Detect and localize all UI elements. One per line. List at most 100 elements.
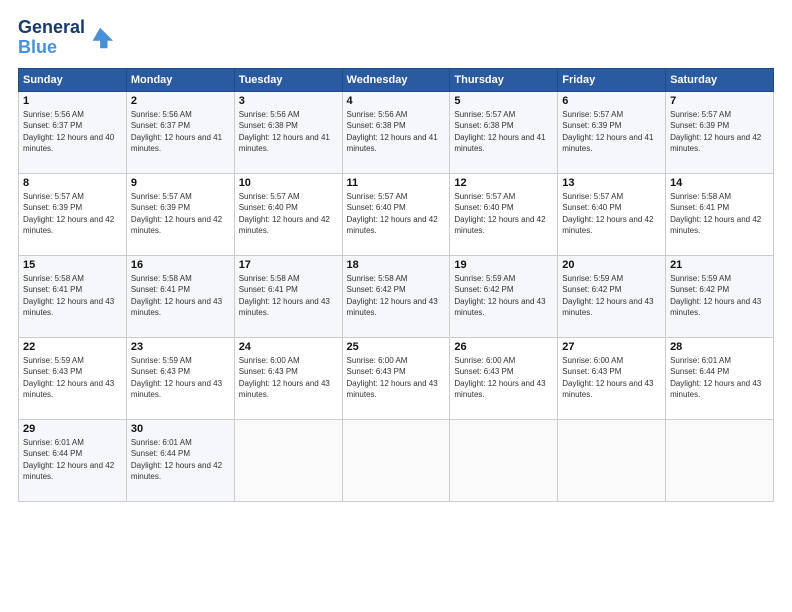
day-number: 5 (454, 95, 553, 107)
calendar-week-row: 15 Sunrise: 5:58 AMSunset: 6:41 PMDayligh… (19, 255, 774, 337)
header: GeneralBlue (18, 18, 774, 58)
day-number: 6 (562, 95, 661, 107)
day-number: 21 (670, 259, 769, 271)
day-number: 24 (239, 341, 338, 353)
calendar-week-row: 8 Sunrise: 5:57 AMSunset: 6:39 PMDaylight… (19, 173, 774, 255)
day-info: Sunrise: 6:00 AMSunset: 6:43 PMDaylight:… (562, 355, 661, 401)
calendar-cell: 18 Sunrise: 5:58 AMSunset: 6:42 PMDayligh… (342, 255, 450, 337)
day-info: Sunrise: 5:57 AMSunset: 6:38 PMDaylight:… (454, 109, 553, 155)
calendar-cell: 24 Sunrise: 6:00 AMSunset: 6:43 PMDayligh… (234, 337, 342, 419)
logo: GeneralBlue (18, 18, 115, 58)
day-info: Sunrise: 5:57 AMSunset: 6:40 PMDaylight:… (347, 191, 446, 237)
calendar-cell: 30 Sunrise: 6:01 AMSunset: 6:44 PMDayligh… (126, 419, 234, 501)
day-info: Sunrise: 5:56 AMSunset: 6:37 PMDaylight:… (23, 109, 122, 155)
logo-blue: Blue (18, 37, 57, 57)
day-number: 18 (347, 259, 446, 271)
col-sunday: Sunday (19, 68, 127, 91)
day-info: Sunrise: 6:01 AMSunset: 6:44 PMDaylight:… (23, 437, 122, 483)
page: GeneralBlue Sunday Monday Tuesday Wednes… (0, 0, 792, 612)
calendar-cell: 6 Sunrise: 5:57 AMSunset: 6:39 PMDaylight… (558, 91, 666, 173)
day-info: Sunrise: 5:57 AMSunset: 6:39 PMDaylight:… (562, 109, 661, 155)
calendar-week-row: 22Sunrise: 5:59 AMSunset: 6:43 PMDayligh… (19, 337, 774, 419)
calendar-cell: 19 Sunrise: 5:59 AMSunset: 6:42 PMDayligh… (450, 255, 558, 337)
day-number: 28 (670, 341, 769, 353)
calendar-cell: 12 Sunrise: 5:57 AMSunset: 6:40 PMDayligh… (450, 173, 558, 255)
day-info: Sunrise: 5:57 AMSunset: 6:40 PMDaylight:… (454, 191, 553, 237)
day-info: Sunrise: 5:57 AMSunset: 6:39 PMDaylight:… (670, 109, 769, 155)
day-info: Sunrise: 5:56 AMSunset: 6:38 PMDaylight:… (347, 109, 446, 155)
calendar-cell (342, 419, 450, 501)
calendar-table: Sunday Monday Tuesday Wednesday Thursday… (18, 68, 774, 502)
day-info: Sunrise: 5:59 AMSunset: 6:42 PMDaylight:… (454, 273, 553, 319)
col-monday: Monday (126, 68, 234, 91)
calendar-cell: 8Sunrise: 5:57 AMSunset: 6:39 PMDaylight… (19, 173, 127, 255)
day-info: Sunrise: 5:57 AMSunset: 6:40 PMDaylight:… (562, 191, 661, 237)
day-info: Sunrise: 5:59 AMSunset: 6:42 PMDaylight:… (670, 273, 769, 319)
calendar-cell: 9 Sunrise: 5:57 AMSunset: 6:39 PMDaylight… (126, 173, 234, 255)
calendar-cell: 22Sunrise: 5:59 AMSunset: 6:43 PMDayligh… (19, 337, 127, 419)
calendar-cell: 13 Sunrise: 5:57 AMSunset: 6:40 PMDayligh… (558, 173, 666, 255)
day-info: Sunrise: 5:58 AMSunset: 6:42 PMDaylight:… (347, 273, 446, 319)
calendar-week-row: 29 Sunrise: 6:01 AMSunset: 6:44 PMDayligh… (19, 419, 774, 501)
day-number: 1 (23, 95, 122, 107)
day-info: Sunrise: 6:00 AMSunset: 6:43 PMDaylight:… (454, 355, 553, 401)
day-number: 23 (131, 341, 230, 353)
calendar-cell (558, 419, 666, 501)
day-info: Sunrise: 6:01 AMSunset: 6:44 PMDaylight:… (131, 437, 230, 483)
calendar-cell: 16 Sunrise: 5:58 AMSunset: 6:41 PMDayligh… (126, 255, 234, 337)
calendar-cell (666, 419, 774, 501)
col-friday: Friday (558, 68, 666, 91)
calendar-week-row: 1 Sunrise: 5:56 AMSunset: 6:37 PMDaylight… (19, 91, 774, 173)
col-wednesday: Wednesday (342, 68, 450, 91)
day-info: Sunrise: 5:57 AMSunset: 6:40 PMDaylight:… (239, 191, 338, 237)
day-info: Sunrise: 5:59 AMSunset: 6:43 PMDaylight:… (23, 355, 122, 401)
col-thursday: Thursday (450, 68, 558, 91)
day-info: Sunrise: 5:58 AMSunset: 6:41 PMDaylight:… (131, 273, 230, 319)
day-info: Sunrise: 6:00 AMSunset: 6:43 PMDaylight:… (347, 355, 446, 401)
day-info: Sunrise: 5:58 AMSunset: 6:41 PMDaylight:… (239, 273, 338, 319)
day-number: 30 (131, 423, 230, 435)
day-info: Sunrise: 5:57 AMSunset: 6:39 PMDaylight:… (131, 191, 230, 237)
day-number: 12 (454, 177, 553, 189)
calendar-cell: 20Sunrise: 5:59 AMSunset: 6:42 PMDayligh… (558, 255, 666, 337)
day-number: 11 (347, 177, 446, 189)
day-number: 17 (239, 259, 338, 271)
day-info: Sunrise: 5:59 AMSunset: 6:43 PMDaylight:… (131, 355, 230, 401)
calendar-cell: 28 Sunrise: 6:01 AMSunset: 6:44 PMDayligh… (666, 337, 774, 419)
day-info: Sunrise: 6:01 AMSunset: 6:44 PMDaylight:… (670, 355, 769, 401)
day-number: 20 (562, 259, 661, 271)
calendar-cell: 27 Sunrise: 6:00 AMSunset: 6:43 PMDayligh… (558, 337, 666, 419)
calendar-cell: 10 Sunrise: 5:57 AMSunset: 6:40 PMDayligh… (234, 173, 342, 255)
day-number: 29 (23, 423, 122, 435)
col-tuesday: Tuesday (234, 68, 342, 91)
logo-text: GeneralBlue (18, 18, 85, 58)
day-number: 25 (347, 341, 446, 353)
day-number: 26 (454, 341, 553, 353)
calendar-cell: 14Sunrise: 5:58 AMSunset: 6:41 PMDayligh… (666, 173, 774, 255)
day-number: 14 (670, 177, 769, 189)
day-number: 16 (131, 259, 230, 271)
day-info: Sunrise: 5:56 AMSunset: 6:37 PMDaylight:… (131, 109, 230, 155)
day-number: 13 (562, 177, 661, 189)
day-number: 27 (562, 341, 661, 353)
calendar-cell: 7Sunrise: 5:57 AMSunset: 6:39 PMDaylight… (666, 91, 774, 173)
day-number: 3 (239, 95, 338, 107)
calendar-cell: 26 Sunrise: 6:00 AMSunset: 6:43 PMDayligh… (450, 337, 558, 419)
calendar-cell (450, 419, 558, 501)
day-info: Sunrise: 5:56 AMSunset: 6:38 PMDaylight:… (239, 109, 338, 155)
day-number: 15 (23, 259, 122, 271)
day-number: 8 (23, 177, 122, 189)
day-info: Sunrise: 5:58 AMSunset: 6:41 PMDaylight:… (23, 273, 122, 319)
calendar-cell: 15 Sunrise: 5:58 AMSunset: 6:41 PMDayligh… (19, 255, 127, 337)
calendar-cell: 5 Sunrise: 5:57 AMSunset: 6:38 PMDaylight… (450, 91, 558, 173)
day-info: Sunrise: 6:00 AMSunset: 6:43 PMDaylight:… (239, 355, 338, 401)
day-number: 4 (347, 95, 446, 107)
calendar-cell: 21 Sunrise: 5:59 AMSunset: 6:42 PMDayligh… (666, 255, 774, 337)
col-saturday: Saturday (666, 68, 774, 91)
day-number: 19 (454, 259, 553, 271)
calendar-cell: 11 Sunrise: 5:57 AMSunset: 6:40 PMDayligh… (342, 173, 450, 255)
day-number: 10 (239, 177, 338, 189)
day-number: 9 (131, 177, 230, 189)
calendar-cell: 25 Sunrise: 6:00 AMSunset: 6:43 PMDayligh… (342, 337, 450, 419)
calendar-cell: 4 Sunrise: 5:56 AMSunset: 6:38 PMDaylight… (342, 91, 450, 173)
